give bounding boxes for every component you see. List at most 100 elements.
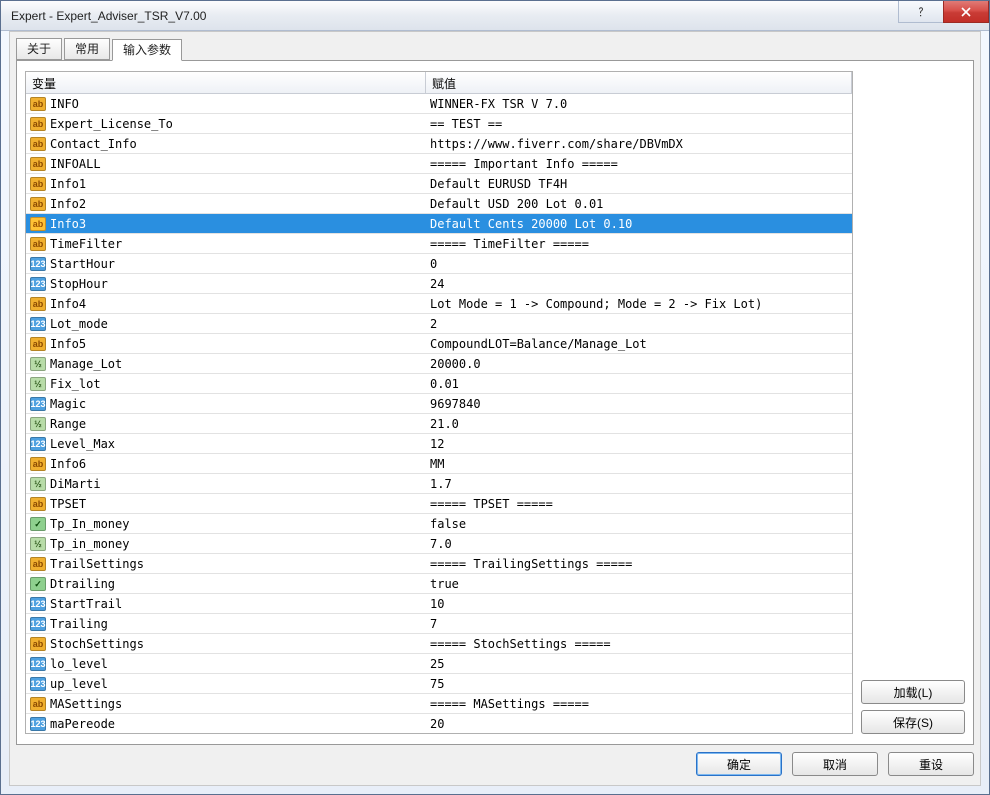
table-row[interactable]: 123Trailing7	[26, 614, 852, 634]
param-name-cell: abContact_Info	[26, 134, 426, 153]
param-name: StartHour	[50, 254, 115, 273]
param-name: StopHour	[50, 274, 108, 293]
param-value-cell[interactable]: MM	[426, 454, 852, 473]
table-row[interactable]: abContact_Infohttps://www.fiverr.com/sha…	[26, 134, 852, 154]
ab-type-icon: ab	[30, 197, 46, 211]
param-value-cell[interactable]: https://www.fiverr.com/share/DBVmDX	[426, 134, 852, 153]
table-row[interactable]: abINFOALL===== Important Info =====	[26, 154, 852, 174]
cancel-button[interactable]: 取消	[792, 752, 878, 776]
table-row[interactable]: abInfo5CompoundLOT=Balance/Manage_Lot	[26, 334, 852, 354]
param-value-cell[interactable]: 0	[426, 254, 852, 273]
header-variable[interactable]: 变量	[26, 72, 426, 93]
param-value-cell[interactable]: 12	[426, 434, 852, 453]
table-row[interactable]: 123Lot_mode2	[26, 314, 852, 334]
ok-button[interactable]: 确定	[696, 752, 782, 776]
table-row[interactable]: 123maPereode20	[26, 714, 852, 733]
param-value-cell[interactable]: false	[426, 514, 852, 533]
param-value-cell[interactable]: Default EURUSD TF4H	[426, 174, 852, 193]
help-button[interactable]	[898, 1, 944, 23]
table-row[interactable]: 123StopHour24	[26, 274, 852, 294]
table-row[interactable]: ½Range21.0	[26, 414, 852, 434]
param-value-cell[interactable]: 25	[426, 654, 852, 673]
reset-button[interactable]: 重设	[888, 752, 974, 776]
param-name: Fix_lot	[50, 374, 101, 393]
ab-type-icon: ab	[30, 137, 46, 151]
param-name: Magic	[50, 394, 86, 413]
header-value[interactable]: 赋值	[426, 72, 852, 93]
table-row[interactable]: abTPSET===== TPSET =====	[26, 494, 852, 514]
param-value-cell[interactable]: == TEST ==	[426, 114, 852, 133]
param-value-cell[interactable]: 24	[426, 274, 852, 293]
v2-type-icon: ½	[30, 357, 46, 371]
param-value-cell[interactable]: ===== TPSET =====	[426, 494, 852, 513]
list-rows: abINFOWINNER-FX TSR V 7.0abExpert_Licens…	[26, 94, 852, 733]
param-value-cell[interactable]: 0.01	[426, 374, 852, 393]
table-row[interactable]: ✓Tp_In_moneyfalse	[26, 514, 852, 534]
param-value-cell[interactable]: 2	[426, 314, 852, 333]
v2-type-icon: ½	[30, 537, 46, 551]
table-row[interactable]: abTimeFilter===== TimeFilter =====	[26, 234, 852, 254]
param-value-cell[interactable]: 1.7	[426, 474, 852, 493]
param-value-cell[interactable]: ===== TrailingSettings =====	[426, 554, 852, 573]
tab-common[interactable]: 常用	[64, 38, 110, 60]
table-row[interactable]: abINFOWINNER-FX TSR V 7.0	[26, 94, 852, 114]
param-value-cell[interactable]: 7	[426, 614, 852, 633]
tab-about[interactable]: 关于	[16, 38, 62, 60]
param-name: up_level	[50, 674, 108, 693]
param-value-cell[interactable]: Lot Mode = 1 -> Compound; Mode = 2 -> Fi…	[426, 294, 852, 313]
table-row[interactable]: abInfo6MM	[26, 454, 852, 474]
param-value-cell[interactable]: ===== StochSettings =====	[426, 634, 852, 653]
param-name: maPereode	[50, 714, 115, 733]
param-value-cell[interactable]: WINNER-FX TSR V 7.0	[426, 94, 852, 113]
param-name: Info3	[50, 214, 86, 233]
titlebar[interactable]: Expert - Expert_Adviser_TSR_V7.00	[1, 1, 989, 31]
table-row[interactable]: abInfo1Default EURUSD TF4H	[26, 174, 852, 194]
table-row[interactable]: 123 StartHour 0	[26, 254, 852, 274]
param-value-cell[interactable]: Default USD 200 Lot 0.01	[426, 194, 852, 213]
table-row[interactable]: 123Level_Max12	[26, 434, 852, 454]
param-value-cell[interactable]: 10	[426, 594, 852, 613]
param-value-cell[interactable]: ===== MASettings =====	[426, 694, 852, 713]
param-value-cell[interactable]: CompoundLOT=Balance/Manage_Lot	[426, 334, 852, 353]
close-button[interactable]	[943, 1, 989, 23]
param-name-cell: 123lo_level	[26, 654, 426, 673]
table-row[interactable]: 123StartTrail10	[26, 594, 852, 614]
i123-type-icon: 123	[30, 257, 46, 271]
param-value-cell[interactable]: Default Cents 20000 Lot 0.10	[426, 214, 852, 233]
table-row[interactable]: ½Fix_lot0.01	[26, 374, 852, 394]
param-value-cell[interactable]: 75	[426, 674, 852, 693]
table-row[interactable]: abTrailSettings===== TrailingSettings ==…	[26, 554, 852, 574]
table-row[interactable]: abInfo4Lot Mode = 1 -> Compound; Mode = …	[26, 294, 852, 314]
load-button[interactable]: 加载(L)	[861, 680, 965, 704]
table-row[interactable]: abStochSettings===== StochSettings =====	[26, 634, 852, 654]
table-row[interactable]: ✓Dtrailingtrue	[26, 574, 852, 594]
table-row[interactable]: 123Magic9697840	[26, 394, 852, 414]
param-value-cell[interactable]: ===== TimeFilter =====	[426, 234, 852, 253]
table-row[interactable]: abInfo3Default Cents 20000 Lot 0.10	[26, 214, 852, 234]
table-row[interactable]: abInfo2Default USD 200 Lot 0.01	[26, 194, 852, 214]
param-name-cell: abTimeFilter	[26, 234, 426, 253]
save-button[interactable]: 保存(S)	[861, 710, 965, 734]
param-value-cell[interactable]: 21.0	[426, 414, 852, 433]
param-value-cell[interactable]: 20	[426, 714, 852, 733]
table-row[interactable]: ½Tp_in_money7.0	[26, 534, 852, 554]
table-row[interactable]: ½Manage_Lot20000.0	[26, 354, 852, 374]
table-row[interactable]: abMASettings===== MASettings =====	[26, 694, 852, 714]
param-value-cell[interactable]: true	[426, 574, 852, 593]
param-value-cell[interactable]: 20000.0	[426, 354, 852, 373]
table-row[interactable]: abExpert_License_To== TEST ==	[26, 114, 852, 134]
table-row[interactable]: ½DiMarti1.7	[26, 474, 852, 494]
param-name: INFOALL	[50, 154, 101, 173]
param-name-cell: abInfo6	[26, 454, 426, 473]
param-value-cell[interactable]: 9697840	[426, 394, 852, 413]
param-value-cell[interactable]: ===== Important Info =====	[426, 154, 852, 173]
table-row[interactable]: 123up_level75	[26, 674, 852, 694]
i123-type-icon: 123	[30, 317, 46, 331]
param-value-cell[interactable]: 7.0	[426, 534, 852, 553]
list-header[interactable]: 变量 赋值	[26, 72, 852, 94]
ab-type-icon: ab	[30, 237, 46, 251]
param-name-cell: 123StopHour	[26, 274, 426, 293]
parameter-list[interactable]: 变量 赋值 abINFOWINNER-FX TSR V 7.0abExpert_…	[25, 71, 853, 734]
tab-inputs[interactable]: 输入参数	[112, 39, 182, 61]
table-row[interactable]: 123lo_level25	[26, 654, 852, 674]
